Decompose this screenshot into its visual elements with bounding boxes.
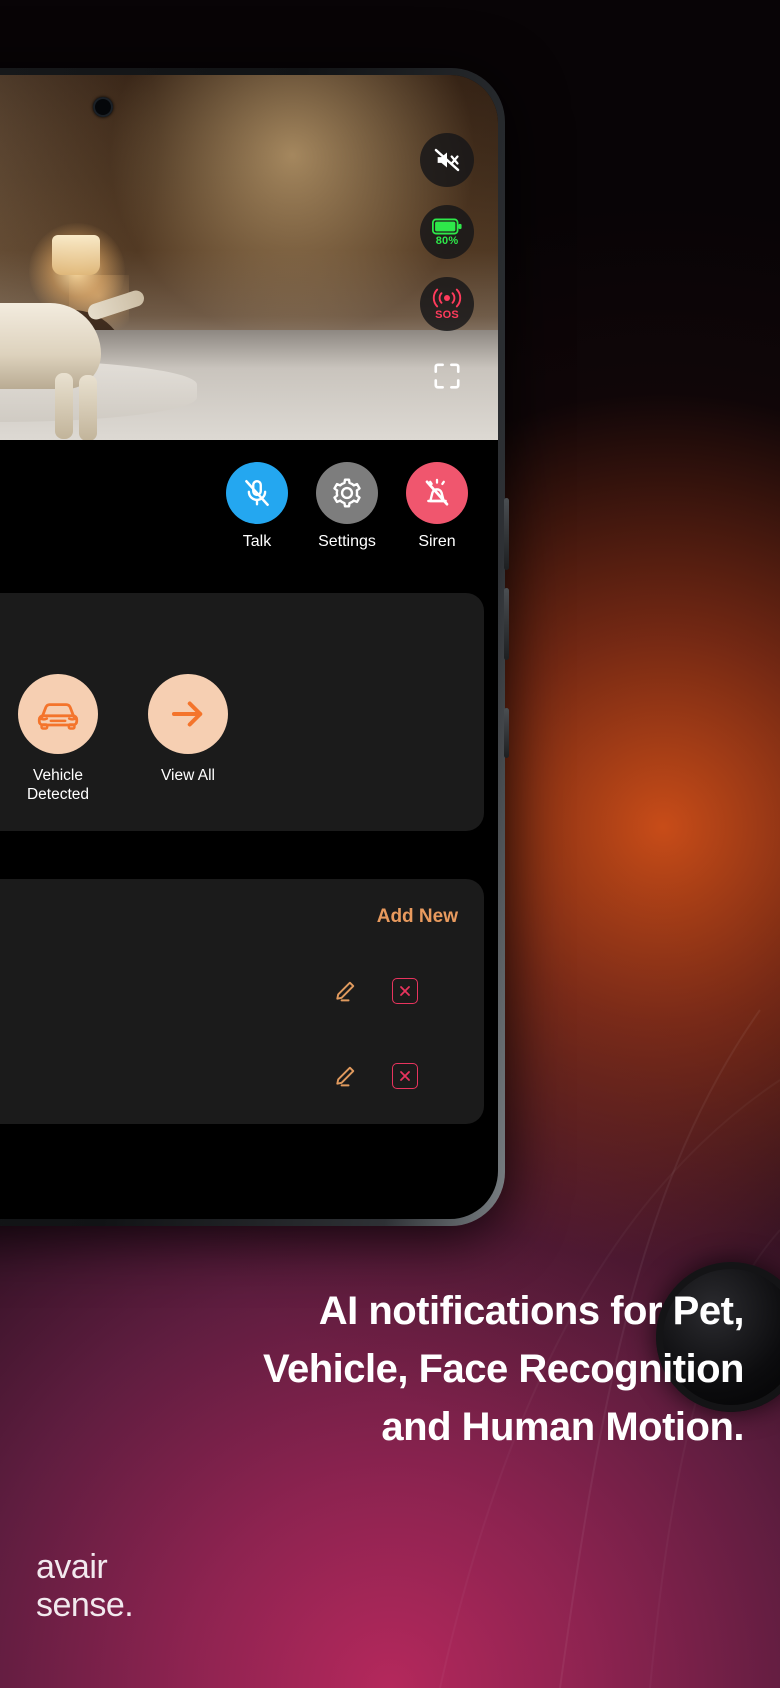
- talk-button[interactable]: Talk: [226, 462, 288, 551]
- device-header: Living Room ense 1 Talk: [0, 440, 498, 573]
- event-view-all[interactable]: View All: [137, 674, 239, 805]
- event-label-line1: View All: [161, 767, 215, 784]
- event-label-line1: Vehicle: [33, 767, 83, 784]
- close-x-icon: [400, 986, 410, 997]
- gear-icon: [333, 478, 361, 508]
- device-action-row: Talk Settings Siren: [226, 462, 472, 551]
- brand-logo: avair sense.: [36, 1548, 134, 1624]
- siren-button-label: Siren: [418, 533, 456, 550]
- siren-button-circle: [406, 462, 468, 524]
- recent-events-title: Recent Events: [0, 617, 458, 646]
- pencil-icon[interactable]: [331, 978, 358, 1005]
- power-button[interactable]: [504, 708, 509, 758]
- talk-button-label: Talk: [242, 533, 272, 550]
- phone-mockup: 80% SOS Talk Settings Siren Vehicle Dete…: [0, 68, 509, 1226]
- recent-events-row: Motion Detected: [0, 674, 458, 805]
- battery-percent-label: 80%: [435, 234, 459, 247]
- close-x-icon: [400, 1071, 410, 1082]
- speaker-muted-icon: [434, 148, 460, 172]
- scene-dog-leg: [55, 373, 73, 439]
- volume-down-button[interactable]: [504, 588, 509, 660]
- scene-lamp: [52, 235, 100, 275]
- microphone-muted-icon: [245, 479, 269, 506]
- siren-button[interactable]: Siren: [406, 462, 468, 551]
- event-icon-wrap: [148, 674, 228, 754]
- video-overlay-controls: 80% SOS: [420, 133, 474, 403]
- add-new-zone-button[interactable]: Add New: [377, 906, 458, 928]
- mute-toggle-button[interactable]: [420, 133, 474, 187]
- settings-button-circle: [316, 462, 378, 524]
- event-icon-wrap: [18, 674, 98, 754]
- phone-screen: 80% SOS Talk Settings Siren Vehicle Dete…: [0, 75, 498, 1219]
- arrow-right-icon: [171, 701, 203, 727]
- live-camera-feed[interactable]: 80% SOS: [0, 75, 498, 440]
- headline-line-2: Vehicle, Face Recognition: [263, 1347, 744, 1391]
- zone-actions: [331, 978, 458, 1005]
- settings-button-label: Settings: [318, 533, 376, 550]
- settings-button[interactable]: Settings: [316, 462, 378, 551]
- event-label: View All: [161, 766, 215, 785]
- siren-muted-icon: [425, 478, 449, 506]
- sos-button[interactable]: SOS: [420, 277, 474, 331]
- zone-delete-button[interactable]: [392, 1063, 418, 1090]
- sos-signal-icon: [432, 288, 462, 308]
- promo-page: 80% SOS Talk Settings Siren Vehicle Dete…: [0, 0, 780, 1688]
- battery-status[interactable]: 80%: [420, 205, 474, 259]
- headline-line-1: AI notifications for Pet,: [318, 1289, 745, 1333]
- brand-logo-line2: sense.: [36, 1586, 134, 1624]
- fullscreen-button[interactable]: [420, 349, 474, 403]
- recent-events-card: Recent Events Motion Detected: [0, 593, 484, 831]
- zone-row-couch: Couch: [0, 1005, 458, 1090]
- fullscreen-icon: [434, 363, 460, 389]
- scene-dog-leg: [79, 375, 97, 440]
- pencil-icon[interactable]: [331, 1063, 358, 1090]
- marketing-headline: AI notifications for Pet, Vehicle, Face …: [0, 1282, 744, 1456]
- zone-row-entrance: Entrance: [0, 932, 458, 1005]
- headline-line-3: and Human Motion.: [381, 1405, 744, 1449]
- zone-delete-button[interactable]: [392, 978, 418, 1005]
- event-label-line2: Detected: [26, 786, 90, 804]
- event-label: Vehicle Detected: [27, 766, 89, 805]
- car-icon: [37, 703, 79, 730]
- sos-label: SOS: [435, 309, 459, 321]
- zone-actions: [331, 1063, 458, 1090]
- perimeter-zones-card: Perimeter Zones Add New Entrance: [0, 878, 484, 1124]
- event-vehicle-detected[interactable]: Vehicle Detected: [7, 674, 109, 805]
- volume-up-button[interactable]: [504, 498, 509, 570]
- talk-button-circle: [226, 462, 288, 524]
- front-camera-punch-hole: [92, 97, 113, 117]
- perimeter-zones-header: Perimeter Zones Add New: [0, 903, 458, 932]
- brand-logo-line1: avair: [36, 1548, 108, 1586]
- battery-icon: [432, 218, 462, 234]
